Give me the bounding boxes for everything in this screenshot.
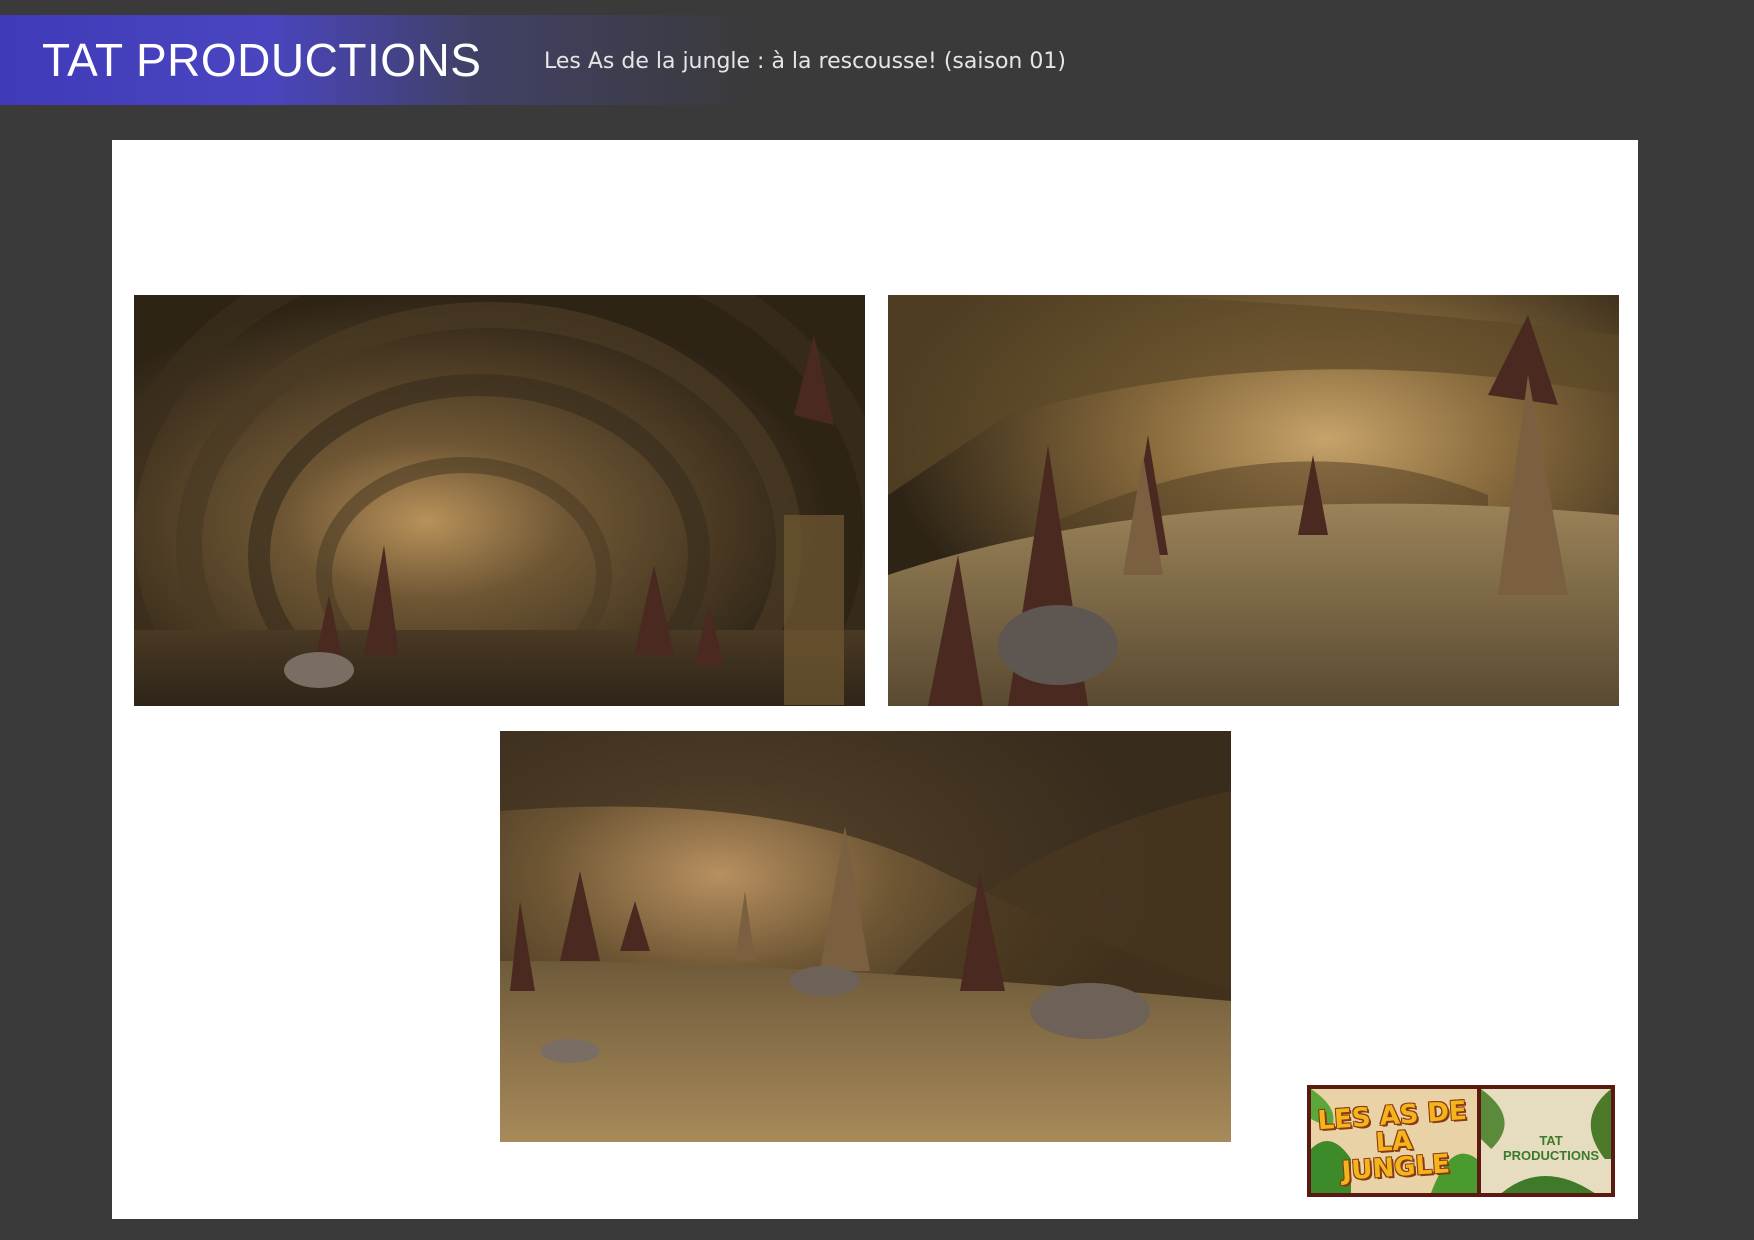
header-bar: TAT PRODUCTIONS Les As de la jungle : à … (0, 15, 1754, 105)
studio-logo: TAT PRODUCTIONS (1481, 1089, 1611, 1193)
studio-brand: TAT PRODUCTIONS (42, 34, 482, 86)
project-title: Les As de la jungle : à la rescousse! (s… (544, 49, 1066, 74)
cave-render-2 (888, 295, 1619, 706)
cave-render-3 (500, 731, 1231, 1142)
show-logo: LES AS DE LA JUNGLE (1311, 1089, 1477, 1193)
presentation-sheet: LES AS DE LA JUNGLE TAT PRODUCTIONS (112, 140, 1638, 1219)
studio-logotype: TAT PRODUCTIONS (1502, 1133, 1600, 1163)
cave-render-1 (134, 295, 865, 706)
show-title-logotype: LES AS DE LA JUNGLE (1316, 1095, 1468, 1187)
show-logo-card: LES AS DE LA JUNGLE TAT PRODUCTIONS (1307, 1085, 1615, 1197)
